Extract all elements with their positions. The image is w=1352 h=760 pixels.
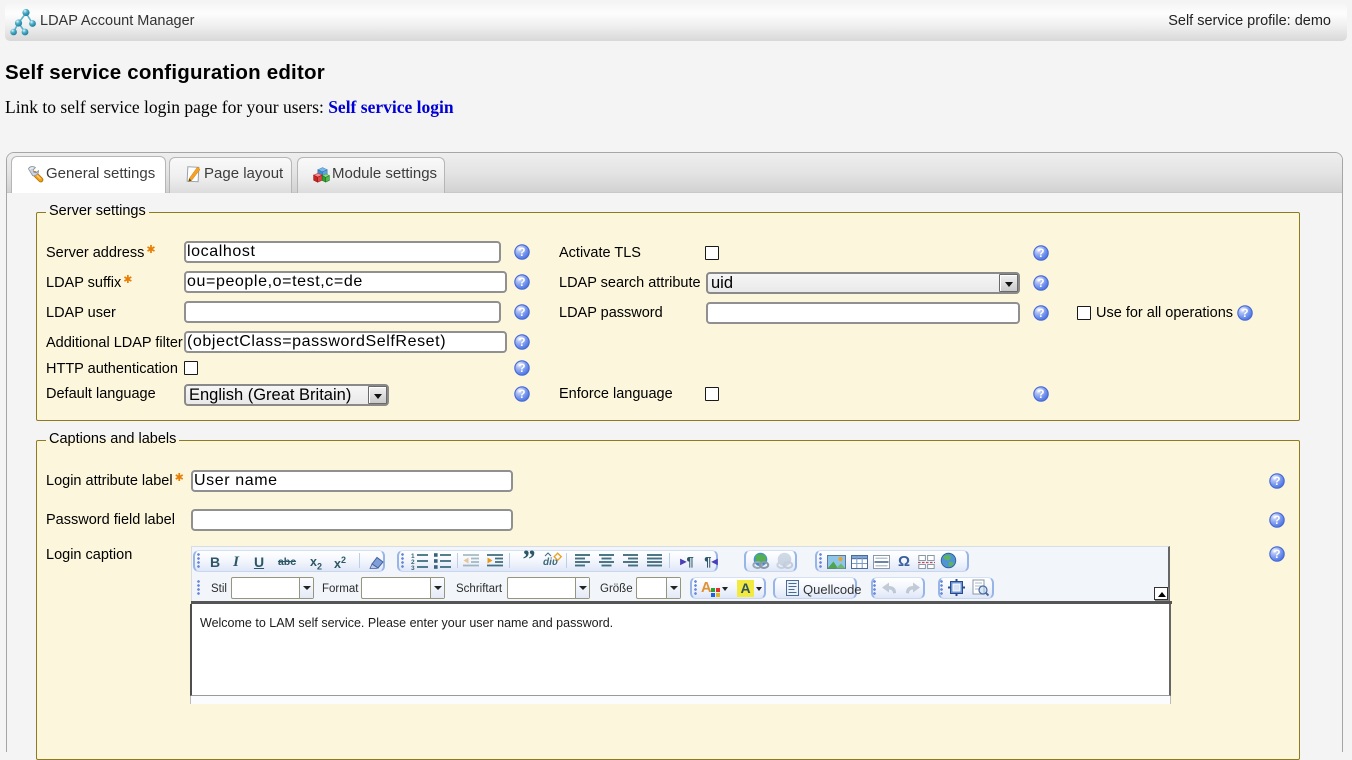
svg-text:3: 3 — [411, 565, 415, 570]
